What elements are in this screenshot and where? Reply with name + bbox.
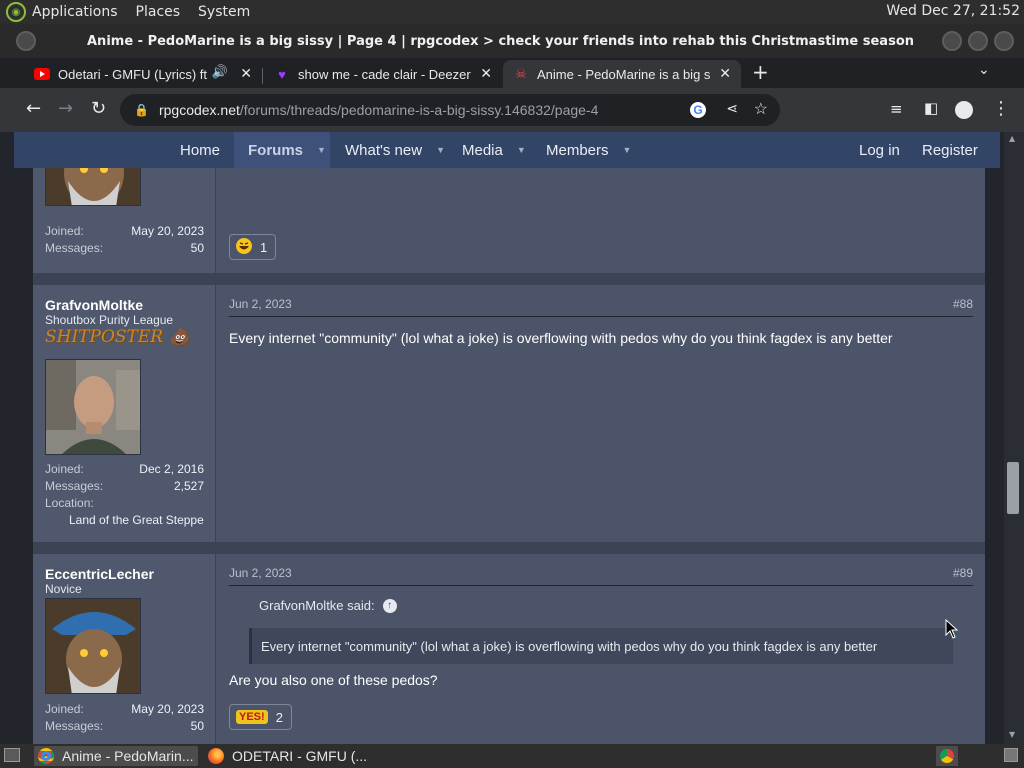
tab-label: Odetari - GMFU (Lyrics) ft xyxy=(58,66,208,82)
minimize-button[interactable] xyxy=(942,31,962,51)
rpgcodex-icon: ☠ xyxy=(515,66,527,81)
side-panel-icon[interactable]: ◧ xyxy=(924,99,938,117)
close-tab-icon[interactable]: ✕ xyxy=(240,65,252,82)
nav-members[interactable]: Members ▼ xyxy=(546,132,631,168)
url-path: /forums/threads/pedomarine-is-a-big-siss… xyxy=(239,102,599,118)
thread-posts: Joined: May 20, 2023 Messages: 50 1 Grafvo… xyxy=(33,132,985,744)
tab-label: Anime - PedoMarine is a big s xyxy=(537,66,711,82)
maximize-button[interactable] xyxy=(968,31,988,51)
post-body: Every internet "community" (lol what a j… xyxy=(229,330,893,346)
close-tab-icon[interactable]: ✕ xyxy=(719,65,731,82)
reload-icon[interactable]: ↻ xyxy=(91,98,106,119)
quote-author[interactable]: GrafvonMoltke said: ↑ xyxy=(259,598,397,613)
taskbar-firefox-window[interactable]: ODETARI - GMFU (... xyxy=(204,746,374,766)
post-number[interactable]: #88 xyxy=(953,297,973,311)
chevron-down-icon[interactable]: ▼ xyxy=(517,145,526,155)
lock-icon[interactable]: 🔒 xyxy=(134,103,149,117)
quote-box: Every internet "community" (lol what a j… xyxy=(249,628,953,664)
workspace-switcher[interactable] xyxy=(1004,748,1018,762)
close-window-button[interactable] xyxy=(994,31,1014,51)
system-menu[interactable]: System xyxy=(198,4,250,20)
share-icon[interactable]: ⋖ xyxy=(726,100,738,117)
go-to-quote-arrow-icon[interactable]: ↑ xyxy=(382,598,397,613)
firefox-icon xyxy=(208,748,224,764)
poop-icon: 💩 xyxy=(168,327,190,347)
chevron-down-icon[interactable]: ▼ xyxy=(623,145,632,155)
avatar[interactable] xyxy=(45,359,141,455)
tab-strip: Odetari - GMFU (Lyrics) ft 🔊 ✕ ♥ show me… xyxy=(0,58,1024,88)
nav-whats-new[interactable]: What's new ▼ xyxy=(345,132,445,168)
web-page: Joined: May 20, 2023 Messages: 50 1 Grafvo… xyxy=(0,132,1024,744)
tab-label: show me - cade clair - Deezer xyxy=(298,66,471,82)
user-location[interactable]: Land of the Great Steppe xyxy=(69,513,204,527)
post-date[interactable]: Jun 2, 2023 xyxy=(229,297,292,311)
yes-reaction-icon: YES! xyxy=(236,710,268,724)
chrome-menu-icon[interactable]: ⋮ xyxy=(992,98,1010,119)
show-desktop-icon[interactable] xyxy=(4,748,20,762)
forward-arrow-icon[interactable]: → xyxy=(58,98,73,119)
tab-rpgcodex[interactable]: ☠ Anime - PedoMarine is a big s ✕ xyxy=(503,60,741,88)
site-navigation: Home Forums ▼ What's new ▼ Media ▼ Membe… xyxy=(14,132,1000,168)
back-arrow-icon[interactable]: ← xyxy=(26,98,41,119)
applications-menu[interactable]: Applications xyxy=(32,4,118,20)
youtube-icon xyxy=(34,66,50,82)
media-queue-icon[interactable]: ≡ xyxy=(890,100,903,118)
user-title: Shoutbox Purity League xyxy=(45,313,174,327)
user-banner: SHITPOSTER 💩 xyxy=(45,327,190,347)
google-lens-icon[interactable]: G xyxy=(690,102,706,118)
post-89: EccentricLecher Novice Joined: May 20, 20… xyxy=(33,554,985,744)
nav-home[interactable]: Home xyxy=(180,132,220,168)
nav-forums[interactable]: Forums ▼ xyxy=(234,132,330,168)
taskbar-chrome-window[interactable]: Anime - PedoMarin... xyxy=(34,746,198,766)
deezer-heart-icon: ♥ xyxy=(278,66,286,82)
nav-media[interactable]: Media ▼ xyxy=(462,132,526,168)
profile-avatar-icon[interactable] xyxy=(955,101,973,119)
username[interactable]: EccentricLecher xyxy=(45,566,154,582)
post-body: Are you also one of these pedos? xyxy=(229,672,438,688)
page-scrollbar[interactable]: ▲ ▼ xyxy=(1004,132,1024,744)
scroll-down-arrow-icon[interactable]: ▼ xyxy=(1009,730,1015,739)
tab-search-chevron-icon[interactable]: ⌄ xyxy=(978,62,990,78)
register-link[interactable]: Register xyxy=(922,132,978,168)
reaction-summary[interactable]: YES! 2 xyxy=(229,704,292,730)
user-title: Novice xyxy=(45,582,82,596)
speaker-icon[interactable]: 🔊 xyxy=(207,64,228,80)
post-number[interactable]: #89 xyxy=(953,566,973,580)
window-menu-button[interactable] xyxy=(16,31,36,51)
quote-text: Every internet "community" (lol what a j… xyxy=(261,638,878,654)
reaction-summary[interactable]: 1 xyxy=(229,234,277,260)
avatar[interactable] xyxy=(45,598,141,694)
laughing-emoji-icon xyxy=(236,237,252,257)
chevron-down-icon[interactable]: ▼ xyxy=(317,145,326,155)
window-title: Anime - PedoMarine is a big sissy | Page… xyxy=(87,33,917,49)
browser-toolbar: ← → ↻ 🔒 rpgcodex.net/forums/threads/pedo… xyxy=(0,88,1024,132)
new-tab-button[interactable]: + xyxy=(752,62,769,82)
post-date[interactable]: Jun 2, 2023 xyxy=(229,566,292,580)
chevron-down-icon[interactable]: ▼ xyxy=(436,145,445,155)
clock[interactable]: Wed Dec 27, 21:52 xyxy=(886,3,1020,19)
address-bar[interactable]: 🔒 rpgcodex.net/forums/threads/pedomarine… xyxy=(120,94,780,126)
taskbar: Anime - PedoMarin... ODETARI - GMFU (... xyxy=(0,744,1024,768)
close-tab-icon[interactable]: ✕ xyxy=(480,65,492,82)
scrollbar-thumb[interactable] xyxy=(1007,462,1019,514)
bookmark-star-icon[interactable]: ☆ xyxy=(754,99,768,119)
top-panel: ◉ Applications Places System Wed Dec 27,… xyxy=(0,0,1024,24)
url-host: rpgcodex.net xyxy=(158,102,240,118)
chrome-icon xyxy=(38,748,54,764)
username[interactable]: GrafvonMoltke xyxy=(45,297,143,313)
tab-deezer[interactable]: ♥ show me - cade clair - Deezer ✕ xyxy=(264,60,502,88)
tab-youtube[interactable]: Odetari - GMFU (Lyrics) ft 🔊 ✕ xyxy=(24,60,262,88)
window-titlebar[interactable]: Anime - PedoMarine is a big sissy | Page… xyxy=(0,24,1024,58)
login-link[interactable]: Log in xyxy=(859,132,900,168)
scroll-up-arrow-icon[interactable]: ▲ xyxy=(1009,134,1015,143)
places-menu[interactable]: Places xyxy=(136,4,181,20)
post-88: GrafvonMoltke Shoutbox Purity League SHI… xyxy=(33,285,985,542)
mouse-cursor-icon xyxy=(945,619,959,639)
gnome-foot-icon[interactable]: ◉ xyxy=(6,2,26,22)
tray-chrome-icon[interactable] xyxy=(936,746,958,766)
